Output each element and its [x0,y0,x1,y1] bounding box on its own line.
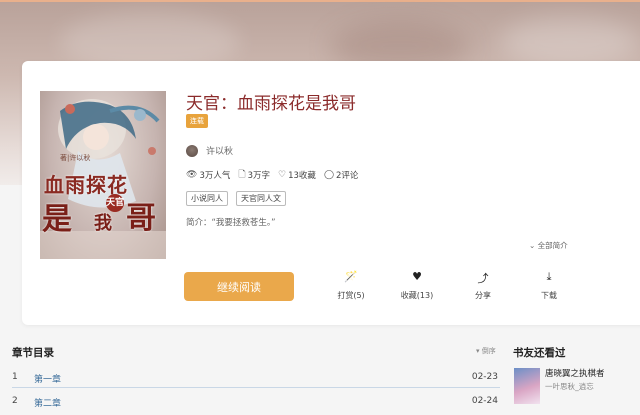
book-intro: 简介：“我要拯救苍生。” [186,218,276,228]
stat-favorites: ♡ 13收藏 [278,169,316,181]
favorites-value: 13收藏 [288,171,316,181]
stat-words: 🗋 3万字 [238,167,270,183]
also-read-title: 书友还看过 [513,347,566,359]
tag[interactable]: 天官同人文 [236,191,286,206]
author-name[interactable]: 许以秋 [206,144,233,157]
chapter-link[interactable]: 第二章 [34,396,61,409]
chevron-down-icon: ⌄ [529,241,538,250]
cover-author: 著|许以秋 [60,154,91,162]
full-intro-toggle[interactable]: ⌄ 全部简介 [529,240,568,251]
share-button[interactable]: ⤴ 分享 [458,270,508,301]
comments-value: 2评论 [336,171,359,181]
download-label: 下载 [541,291,557,300]
chapter-date: 02-24 [471,396,498,406]
share-icon: ⤴ [477,272,489,285]
download-button[interactable]: ⤓ 下载 [524,270,574,301]
avatar[interactable] [186,144,198,157]
cover-title-text: 我 [94,213,112,234]
cover-title-text: 是 [42,202,72,237]
book-title: 天官：血雨探花是我哥 [186,94,356,114]
stats-row: 👁 3万人气 🗋 3万字 ♡ 13收藏 ◯ 2评论 [186,167,366,183]
book-info-card: 著|许以秋 血雨探花 是 天官 我 哥 天官：血雨探花是我哥 连载 许以秋 👁 … [22,61,640,325]
row-divider [12,387,500,388]
reward-label: 打赏(5) [337,291,365,300]
table-row[interactable]: 1 第一章 02-23 [0,372,500,394]
banner-decoration [500,17,640,67]
eye-icon: 👁 [186,170,198,180]
share-label: 分享 [475,291,491,300]
magic-wand-icon: 🪄 [344,270,358,283]
chapter-link[interactable]: 第一章 [34,372,61,385]
book-cover[interactable]: 著|许以秋 血雨探花 是 天官 我 哥 [40,91,166,259]
cover-title-text: 哥 [126,201,156,236]
comment-icon: ◯ [323,170,335,180]
tag[interactable]: 小说同人 [186,191,228,206]
table-row[interactable]: 2 第二章 02-24 [0,396,500,415]
chapter-date: 02-23 [471,372,498,382]
download-icon: ⤓ [546,270,552,283]
also-read-cover[interactable] [514,368,540,404]
popularity-value: 3万人气 [199,171,231,181]
toc-sort-toggle[interactable]: ▾ 倒序 [476,346,496,356]
also-read-book-title[interactable]: 唐晓翼之执棋者 [545,367,605,379]
chapter-number: 1 [12,372,18,382]
sort-label: 倒序 [481,347,496,355]
favorite-label: 收藏(13) [400,291,434,300]
status-badge: 连载 [186,114,208,128]
stat-comments: ◯ 2评论 [324,169,359,181]
heart-outline-icon: ♡ [278,170,287,180]
stat-popularity: 👁 3万人气 [186,169,230,181]
heart-icon: ♥ [412,270,422,283]
toc-title: 章节目录 [12,347,54,359]
favorite-button[interactable]: ♥ 收藏(13) [392,270,442,301]
continue-reading-button[interactable]: 继续阅读 [184,272,294,301]
reward-button[interactable]: 🪄 打赏(5) [326,270,376,301]
full-intro-label: 全部简介 [537,241,568,250]
chapter-number: 2 [12,396,18,406]
tag-list: 小说同人 天官同人文 [186,191,294,206]
document-icon: 🗋 [238,170,246,180]
also-read-book-author: 一叶思秋_逍忘 [545,382,594,391]
words-value: 3万字 [247,171,271,181]
author-row[interactable]: 许以秋 [186,144,233,157]
